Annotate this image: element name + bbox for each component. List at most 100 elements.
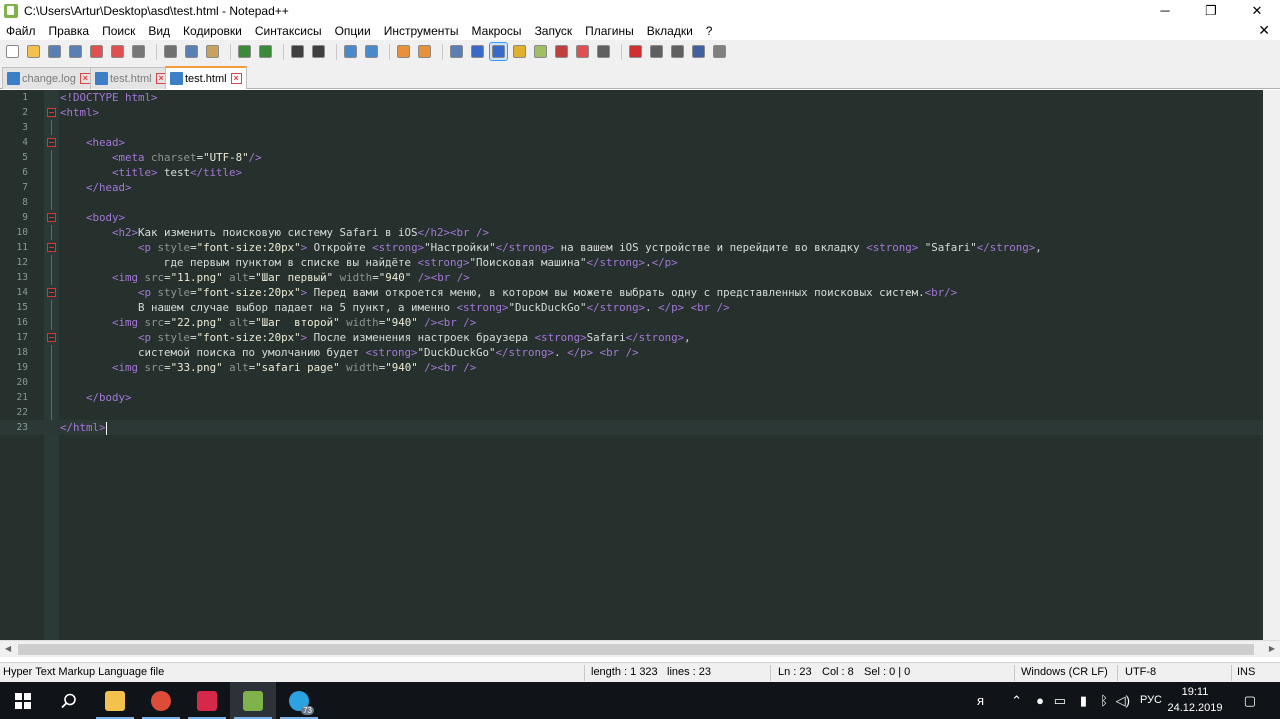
status-eol[interactable]: Windows (CR LF) bbox=[1021, 663, 1108, 682]
user-language-icon[interactable] bbox=[511, 43, 528, 60]
code-text[interactable]: где первым пунктом в списке вы найдёте <… bbox=[60, 255, 678, 270]
code-line[interactable]: 11 <p style="font-size:20px"> Откройте <… bbox=[0, 240, 1280, 255]
menu-item[interactable]: Кодировки bbox=[183, 24, 242, 38]
close-tab-icon[interactable]: × bbox=[230, 73, 242, 84]
menu-item[interactable]: Плагины bbox=[585, 24, 634, 38]
code-text[interactable]: </body> bbox=[60, 390, 132, 405]
open-file-icon[interactable] bbox=[25, 43, 42, 60]
close-icon[interactable] bbox=[88, 43, 105, 60]
code-text[interactable]: <h2>Как изменить поисковую систему Safar… bbox=[60, 225, 489, 240]
code-text[interactable]: <img src="22.png" alt="Шаг второй" width… bbox=[60, 315, 476, 330]
find-icon[interactable] bbox=[289, 43, 306, 60]
sync-horizontal-icon[interactable] bbox=[416, 43, 433, 60]
notepadpp-icon[interactable] bbox=[4, 3, 18, 18]
horizontal-scroll-thumb[interactable] bbox=[18, 644, 1254, 655]
close-document-icon[interactable]: ✕ bbox=[1258, 21, 1270, 40]
code-text[interactable]: <title> test</title> bbox=[60, 165, 242, 180]
new-file-icon[interactable] bbox=[4, 43, 21, 60]
network-icon[interactable]: ▮ bbox=[1080, 693, 1087, 709]
run-macro-multiple-icon[interactable] bbox=[690, 43, 707, 60]
stop-record-icon[interactable] bbox=[648, 43, 665, 60]
taskbar-telegram[interactable]: 73 bbox=[276, 682, 322, 719]
minimize-button[interactable]: ─ bbox=[1142, 0, 1188, 21]
language-indicator[interactable]: РУС bbox=[1140, 694, 1162, 706]
code-line[interactable]: 6 <title> test</title> bbox=[0, 165, 1280, 180]
menu-item[interactable]: Вид bbox=[148, 24, 170, 38]
code-line[interactable]: 3 bbox=[0, 120, 1280, 135]
code-line[interactable]: 4 <head> bbox=[0, 135, 1280, 150]
tab-1[interactable]: change.log × bbox=[2, 67, 96, 89]
code-line[interactable]: 7 </head> bbox=[0, 180, 1280, 195]
taskbar-chrome[interactable] bbox=[138, 682, 184, 719]
redo-icon[interactable] bbox=[257, 43, 274, 60]
folder-workspace-icon[interactable] bbox=[574, 43, 591, 60]
code-line[interactable]: 20 bbox=[0, 375, 1280, 390]
cut-icon[interactable] bbox=[162, 43, 179, 60]
device-icon[interactable]: ▭ bbox=[1054, 693, 1066, 709]
word-wrap-icon[interactable] bbox=[448, 43, 465, 60]
code-line[interactable]: 13 <img src="11.png" alt="Шаг первый" wi… bbox=[0, 270, 1280, 285]
status-encoding[interactable]: UTF-8 bbox=[1125, 663, 1156, 682]
taskbar-notepadpp[interactable] bbox=[230, 682, 276, 719]
code-text[interactable]: <head> bbox=[60, 135, 125, 150]
tab-3[interactable]: test.html × bbox=[165, 66, 247, 89]
notifications-icon[interactable]: ▢ bbox=[1244, 693, 1256, 709]
menu-item[interactable]: Опции bbox=[335, 24, 371, 38]
bluetooth-icon[interactable]: ᛒ bbox=[1100, 693, 1108, 708]
menu-item[interactable]: Синтаксисы bbox=[255, 24, 322, 38]
chevron-up-icon[interactable]: ⌃ bbox=[1011, 693, 1022, 709]
tray-app-icon[interactable]: ● bbox=[1036, 693, 1044, 708]
code-text[interactable]: <img src="33.png" alt="safari page" widt… bbox=[60, 360, 476, 375]
tab-2[interactable]: test.html × bbox=[90, 67, 172, 89]
code-text[interactable]: <meta charset="UTF-8"/> bbox=[60, 150, 262, 165]
code-line[interactable]: 18 системой поиска по умолчанию будет <s… bbox=[0, 345, 1280, 360]
menu-item[interactable]: Правка bbox=[49, 24, 90, 38]
code-line[interactable]: 12 где первым пунктом в списке вы найдёт… bbox=[0, 255, 1280, 270]
fold-toggle-icon[interactable] bbox=[47, 138, 56, 147]
function-list-icon[interactable] bbox=[553, 43, 570, 60]
taskbar-explorer[interactable] bbox=[92, 682, 138, 719]
show-all-chars-icon[interactable] bbox=[469, 43, 486, 60]
code-text[interactable]: системой поиска по умолчанию будет <stro… bbox=[60, 345, 639, 360]
code-text[interactable]: </head> bbox=[60, 180, 132, 195]
start-button[interactable] bbox=[0, 682, 46, 719]
zoom-in-icon[interactable] bbox=[342, 43, 359, 60]
code-line[interactable]: 9 <body> bbox=[0, 210, 1280, 225]
code-line[interactable]: 5 <meta charset="UTF-8"/> bbox=[0, 150, 1280, 165]
save-macro-icon[interactable] bbox=[711, 43, 728, 60]
menu-item[interactable]: Инструменты bbox=[384, 24, 459, 38]
code-line[interactable]: 1 <!DOCTYPE html> bbox=[0, 90, 1280, 105]
code-line[interactable]: 15 В нашем случае выбор падает на 5 пунк… bbox=[0, 300, 1280, 315]
save-icon[interactable] bbox=[46, 43, 63, 60]
close-all-icon[interactable] bbox=[109, 43, 126, 60]
close-button[interactable]: ✕ bbox=[1234, 0, 1280, 21]
code-text[interactable]: <img src="11.png" alt="Шаг первый" width… bbox=[60, 270, 470, 285]
code-line[interactable]: 23 </html> bbox=[0, 420, 1280, 435]
menu-item[interactable]: Вкладки bbox=[647, 24, 693, 38]
scroll-left-icon[interactable]: ◀ bbox=[5, 644, 11, 653]
scroll-right-icon[interactable]: ▶ bbox=[1269, 644, 1275, 653]
code-line[interactable]: 2 <html> bbox=[0, 105, 1280, 120]
code-text[interactable]: <p style="font-size:20px"> Откройте <str… bbox=[60, 240, 1042, 255]
horizontal-scrollbar[interactable]: ◀ ▶ bbox=[0, 640, 1280, 657]
replace-icon[interactable] bbox=[310, 43, 327, 60]
print-icon[interactable] bbox=[130, 43, 147, 60]
code-line[interactable]: 8 bbox=[0, 195, 1280, 210]
code-text[interactable]: <!DOCTYPE html> bbox=[60, 90, 158, 105]
editor[interactable]: 1 <!DOCTYPE html> 2 <html> 3 4 <head> 5 <meta … bbox=[0, 90, 1280, 640]
indent-guide-icon[interactable] bbox=[489, 42, 508, 61]
code-line[interactable]: 16 <img src="22.png" alt="Шаг второй" wi… bbox=[0, 315, 1280, 330]
record-macro-icon[interactable] bbox=[627, 43, 644, 60]
paste-icon[interactable] bbox=[204, 43, 221, 60]
code-text[interactable]: В нашем случае выбор падает на 5 пункт, … bbox=[60, 300, 730, 315]
code-text[interactable]: <p style="font-size:20px"> Перед вами от… bbox=[60, 285, 957, 300]
vertical-scrollbar[interactable] bbox=[1263, 90, 1280, 640]
zoom-out-icon[interactable] bbox=[363, 43, 380, 60]
code-text[interactable]: </html> bbox=[60, 420, 107, 435]
code-line[interactable]: 17 <p style="font-size:20px"> После изме… bbox=[0, 330, 1280, 345]
fold-toggle-icon[interactable] bbox=[47, 288, 56, 297]
search-button[interactable] bbox=[46, 682, 92, 719]
code-text[interactable]: <body> bbox=[60, 210, 125, 225]
status-insert-mode[interactable]: INS bbox=[1237, 663, 1255, 682]
fold-toggle-icon[interactable] bbox=[47, 243, 56, 252]
